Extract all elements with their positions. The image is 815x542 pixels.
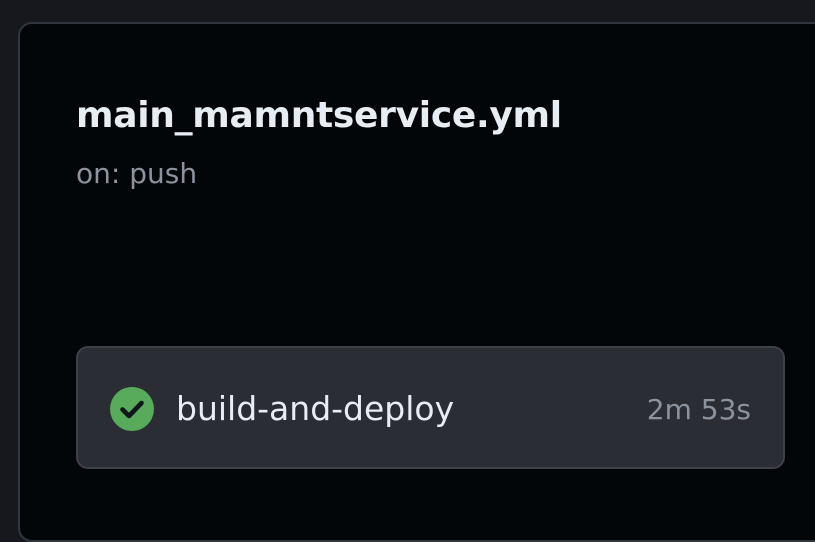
workflow-panel: main_mamntservice.yml on: push build-and… [18, 22, 815, 542]
job-duration: 2m 53s [646, 393, 751, 426]
check-circle-icon [110, 387, 154, 431]
workflow-title: main_mamntservice.yml [76, 95, 562, 136]
job-name: build-and-deploy [176, 389, 455, 428]
workflow-trigger: on: push [76, 157, 198, 190]
job-card-build-and-deploy[interactable]: build-and-deploy 2m 53s [76, 346, 785, 469]
